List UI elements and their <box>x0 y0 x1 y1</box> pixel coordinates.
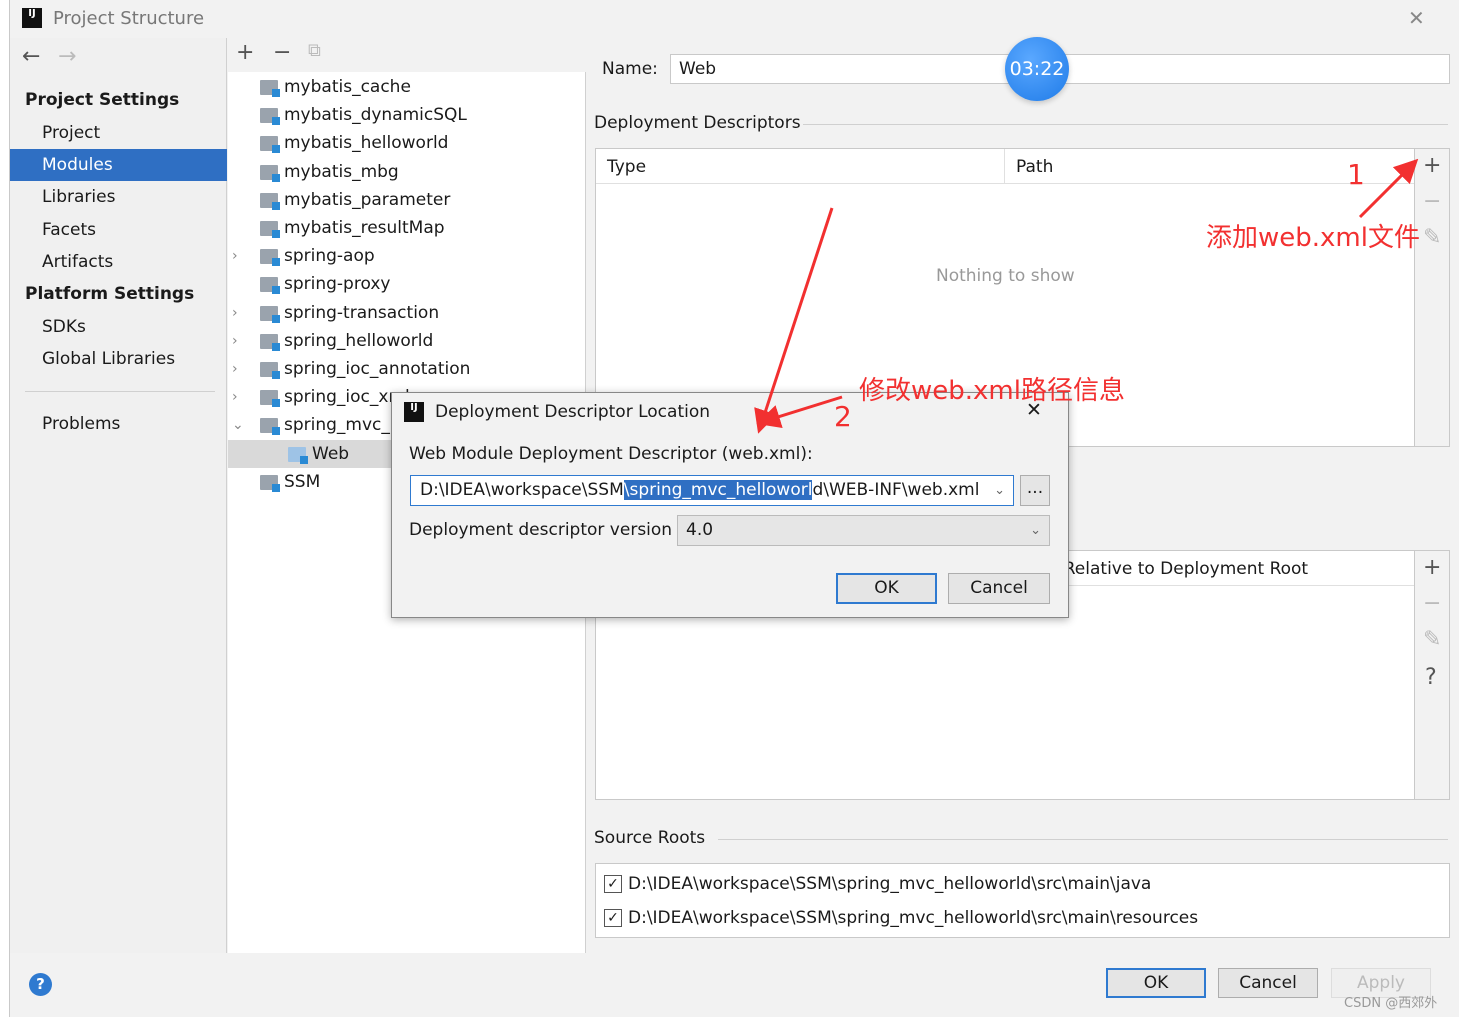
step1-note: 添加web.xml文件 <box>1206 223 1420 253</box>
step1-number: 1 <box>1347 158 1365 191</box>
arrow-to-add-button <box>1358 158 1419 219</box>
watermark: CSDN @西郊外 <box>1344 996 1438 1011</box>
arrow-step2 <box>756 395 843 429</box>
step2-number: 2 <box>834 400 852 433</box>
recording-timer: 03:22 <box>1005 37 1069 101</box>
arrow-to-path-field <box>754 207 834 434</box>
step2-note: 修改web.xml路径信息 <box>859 376 1125 406</box>
annotation-arrows <box>754 158 1419 434</box>
